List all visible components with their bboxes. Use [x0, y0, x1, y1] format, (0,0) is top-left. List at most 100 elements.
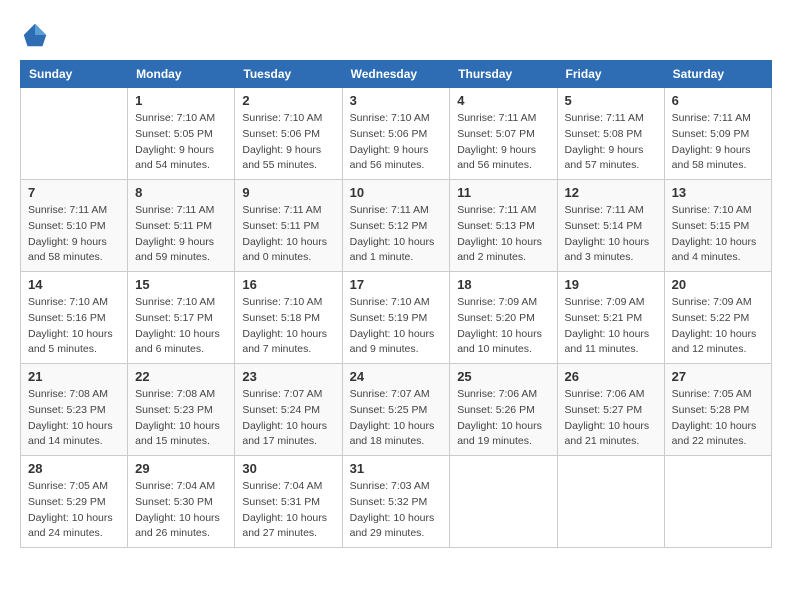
- day-cell: [21, 88, 128, 180]
- day-number: 12: [565, 185, 657, 200]
- day-cell: 21 Sunrise: 7:08 AMSunset: 5:23 PMDayligh…: [21, 364, 128, 456]
- day-cell: 24 Sunrise: 7:07 AMSunset: 5:25 PMDayligh…: [342, 364, 450, 456]
- day-info: Sunrise: 7:11 AMSunset: 5:10 PMDaylight:…: [28, 203, 120, 266]
- day-cell: 15 Sunrise: 7:10 AMSunset: 5:17 PMDayligh…: [128, 272, 235, 364]
- day-cell: 9 Sunrise: 7:11 AMSunset: 5:11 PMDaylight…: [235, 180, 342, 272]
- col-header-monday: Monday: [128, 61, 235, 88]
- col-header-tuesday: Tuesday: [235, 61, 342, 88]
- header-row: SundayMondayTuesdayWednesdayThursdayFrid…: [21, 61, 772, 88]
- day-cell: 4 Sunrise: 7:11 AMSunset: 5:07 PMDaylight…: [450, 88, 557, 180]
- day-cell: 12 Sunrise: 7:11 AMSunset: 5:14 PMDayligh…: [557, 180, 664, 272]
- day-info: Sunrise: 7:11 AMSunset: 5:12 PMDaylight:…: [350, 203, 443, 266]
- week-row-2: 7 Sunrise: 7:11 AMSunset: 5:10 PMDaylight…: [21, 180, 772, 272]
- day-number: 17: [350, 277, 443, 292]
- day-number: 27: [672, 369, 764, 384]
- week-row-1: 1Sunrise: 7:10 AMSunset: 5:05 PMDaylight…: [21, 88, 772, 180]
- day-info: Sunrise: 7:06 AMSunset: 5:26 PMDaylight:…: [457, 387, 549, 450]
- day-number: 10: [350, 185, 443, 200]
- day-number: 4: [457, 93, 549, 108]
- week-row-3: 14Sunrise: 7:10 AMSunset: 5:16 PMDayligh…: [21, 272, 772, 364]
- day-number: 26: [565, 369, 657, 384]
- day-number: 24: [350, 369, 443, 384]
- day-number: 28: [28, 461, 120, 476]
- day-number: 18: [457, 277, 549, 292]
- day-info: Sunrise: 7:10 AMSunset: 5:16 PMDaylight:…: [28, 295, 120, 358]
- day-number: 19: [565, 277, 657, 292]
- day-cell: 22 Sunrise: 7:08 AMSunset: 5:23 PMDayligh…: [128, 364, 235, 456]
- day-cell: 18 Sunrise: 7:09 AMSunset: 5:20 PMDayligh…: [450, 272, 557, 364]
- day-info: Sunrise: 7:05 AMSunset: 5:29 PMDaylight:…: [28, 479, 120, 542]
- day-number: 13: [672, 185, 764, 200]
- day-number: 1: [135, 93, 227, 108]
- day-info: Sunrise: 7:09 AMSunset: 5:21 PMDaylight:…: [565, 295, 657, 358]
- day-info: Sunrise: 7:11 AMSunset: 5:09 PMDaylight:…: [672, 111, 764, 174]
- day-cell: 1Sunrise: 7:10 AMSunset: 5:05 PMDaylight…: [128, 88, 235, 180]
- day-number: 20: [672, 277, 764, 292]
- day-info: Sunrise: 7:04 AMSunset: 5:30 PMDaylight:…: [135, 479, 227, 542]
- day-cell: [664, 456, 771, 548]
- day-info: Sunrise: 7:10 AMSunset: 5:06 PMDaylight:…: [242, 111, 334, 174]
- day-info: Sunrise: 7:08 AMSunset: 5:23 PMDaylight:…: [28, 387, 120, 450]
- day-cell: [450, 456, 557, 548]
- day-info: Sunrise: 7:04 AMSunset: 5:31 PMDaylight:…: [242, 479, 334, 542]
- day-number: 2: [242, 93, 334, 108]
- day-cell: 11 Sunrise: 7:11 AMSunset: 5:13 PMDayligh…: [450, 180, 557, 272]
- day-number: 23: [242, 369, 334, 384]
- day-number: 9: [242, 185, 334, 200]
- week-row-5: 28 Sunrise: 7:05 AMSunset: 5:29 PMDayligh…: [21, 456, 772, 548]
- day-info: Sunrise: 7:10 AMSunset: 5:18 PMDaylight:…: [242, 295, 334, 358]
- day-cell: 27 Sunrise: 7:05 AMSunset: 5:28 PMDayligh…: [664, 364, 771, 456]
- day-info: Sunrise: 7:10 AMSunset: 5:06 PMDaylight:…: [350, 111, 443, 174]
- day-cell: 3 Sunrise: 7:10 AMSunset: 5:06 PMDaylight…: [342, 88, 450, 180]
- day-info: Sunrise: 7:11 AMSunset: 5:11 PMDaylight:…: [135, 203, 227, 266]
- day-number: 7: [28, 185, 120, 200]
- day-cell: [557, 456, 664, 548]
- week-row-4: 21 Sunrise: 7:08 AMSunset: 5:23 PMDayligh…: [21, 364, 772, 456]
- day-number: 21: [28, 369, 120, 384]
- day-info: Sunrise: 7:07 AMSunset: 5:25 PMDaylight:…: [350, 387, 443, 450]
- day-cell: 10 Sunrise: 7:11 AMSunset: 5:12 PMDayligh…: [342, 180, 450, 272]
- col-header-sunday: Sunday: [21, 61, 128, 88]
- day-cell: 29 Sunrise: 7:04 AMSunset: 5:30 PMDayligh…: [128, 456, 235, 548]
- page-header: [20, 20, 772, 50]
- day-info: Sunrise: 7:10 AMSunset: 5:19 PMDaylight:…: [350, 295, 443, 358]
- day-info: Sunrise: 7:07 AMSunset: 5:24 PMDaylight:…: [242, 387, 334, 450]
- day-number: 15: [135, 277, 227, 292]
- day-info: Sunrise: 7:03 AMSunset: 5:32 PMDaylight:…: [350, 479, 443, 542]
- col-header-wednesday: Wednesday: [342, 61, 450, 88]
- day-number: 11: [457, 185, 549, 200]
- day-number: 31: [350, 461, 443, 476]
- col-header-saturday: Saturday: [664, 61, 771, 88]
- day-info: Sunrise: 7:08 AMSunset: 5:23 PMDaylight:…: [135, 387, 227, 450]
- col-header-thursday: Thursday: [450, 61, 557, 88]
- day-info: Sunrise: 7:11 AMSunset: 5:14 PMDaylight:…: [565, 203, 657, 266]
- day-info: Sunrise: 7:11 AMSunset: 5:08 PMDaylight:…: [565, 111, 657, 174]
- day-cell: 5 Sunrise: 7:11 AMSunset: 5:08 PMDaylight…: [557, 88, 664, 180]
- day-info: Sunrise: 7:11 AMSunset: 5:13 PMDaylight:…: [457, 203, 549, 266]
- day-number: 22: [135, 369, 227, 384]
- day-number: 30: [242, 461, 334, 476]
- day-info: Sunrise: 7:11 AMSunset: 5:07 PMDaylight:…: [457, 111, 549, 174]
- day-cell: 28 Sunrise: 7:05 AMSunset: 5:29 PMDayligh…: [21, 456, 128, 548]
- day-cell: 23 Sunrise: 7:07 AMSunset: 5:24 PMDayligh…: [235, 364, 342, 456]
- day-number: 29: [135, 461, 227, 476]
- day-number: 8: [135, 185, 227, 200]
- logo: [20, 20, 54, 50]
- day-cell: 31 Sunrise: 7:03 AMSunset: 5:32 PMDayligh…: [342, 456, 450, 548]
- day-number: 3: [350, 93, 443, 108]
- day-number: 6: [672, 93, 764, 108]
- day-cell: 26Sunrise: 7:06 AMSunset: 5:27 PMDayligh…: [557, 364, 664, 456]
- day-number: 16: [242, 277, 334, 292]
- day-cell: 17 Sunrise: 7:10 AMSunset: 5:19 PMDayligh…: [342, 272, 450, 364]
- day-info: Sunrise: 7:11 AMSunset: 5:11 PMDaylight:…: [242, 203, 334, 266]
- day-cell: 7 Sunrise: 7:11 AMSunset: 5:10 PMDaylight…: [21, 180, 128, 272]
- day-number: 25: [457, 369, 549, 384]
- day-info: Sunrise: 7:09 AMSunset: 5:22 PMDaylight:…: [672, 295, 764, 358]
- day-cell: 8 Sunrise: 7:11 AMSunset: 5:11 PMDaylight…: [128, 180, 235, 272]
- day-cell: 19 Sunrise: 7:09 AMSunset: 5:21 PMDayligh…: [557, 272, 664, 364]
- logo-icon: [20, 20, 50, 50]
- day-number: 5: [565, 93, 657, 108]
- day-info: Sunrise: 7:10 AMSunset: 5:17 PMDaylight:…: [135, 295, 227, 358]
- day-info: Sunrise: 7:09 AMSunset: 5:20 PMDaylight:…: [457, 295, 549, 358]
- day-info: Sunrise: 7:05 AMSunset: 5:28 PMDaylight:…: [672, 387, 764, 450]
